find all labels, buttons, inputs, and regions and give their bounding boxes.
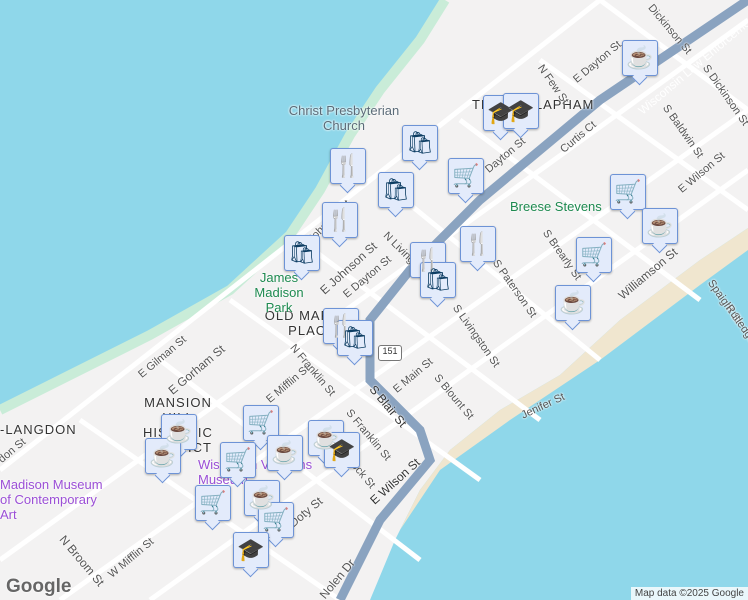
- shopping-marker[interactable]: 🛍: [402, 125, 438, 161]
- shopping-bag-icon: 🛍: [406, 130, 434, 155]
- shopping-cart-icon: 🛒: [614, 179, 642, 204]
- shopping-cart-icon: 🛒: [247, 410, 275, 435]
- fork-knife-icon: 🍴: [326, 207, 354, 232]
- grocery-marker[interactable]: 🛒: [258, 502, 294, 538]
- highway-shield: 151: [378, 345, 402, 361]
- map-attribution[interactable]: Map data ©2025 Google: [630, 587, 748, 600]
- map-background: [0, 0, 748, 600]
- coffee-marker[interactable]: ☕: [145, 438, 181, 474]
- coffee-icon: ☕: [165, 419, 193, 444]
- graduation-cap-icon: 🎓: [237, 537, 265, 562]
- coffee-icon: ☕: [559, 290, 587, 315]
- shopping-marker[interactable]: 🛍: [337, 320, 373, 356]
- map-canvas[interactable]: TENNEY-LAPHAM OLD MARKET PLACE MANSION H…: [0, 0, 748, 600]
- coffee-marker[interactable]: ☕: [622, 40, 658, 76]
- coffee-icon: ☕: [646, 213, 674, 238]
- restaurant-marker[interactable]: 🍴: [330, 148, 366, 184]
- coffee-icon: ☕: [149, 443, 177, 468]
- coffee-icon: ☕: [626, 45, 654, 70]
- poi-church[interactable]: Christ Presbyterian Church: [284, 103, 404, 133]
- restaurant-marker[interactable]: 🍴: [322, 202, 358, 238]
- restaurant-marker[interactable]: 🍴: [460, 226, 496, 262]
- shopping-cart-icon: 🛒: [224, 447, 252, 472]
- shopping-cart-icon: 🛒: [580, 242, 608, 267]
- coffee-icon: ☕: [271, 440, 299, 465]
- shopping-cart-icon: 🛒: [262, 507, 290, 532]
- grocery-marker[interactable]: 🛒: [448, 158, 484, 194]
- graduation-cap-icon: 🎓: [507, 98, 535, 123]
- shopping-marker[interactable]: 🛍: [420, 262, 456, 298]
- shopping-bag-icon: 🛍: [382, 177, 410, 202]
- neighborhood-label: -LANGDON: [0, 422, 77, 437]
- fork-knife-icon: 🍴: [464, 231, 492, 256]
- shopping-bag-icon: 🛍: [288, 240, 316, 265]
- shopping-marker[interactable]: 🛍: [284, 235, 320, 271]
- shopping-cart-icon: 🛒: [199, 490, 227, 515]
- school-marker[interactable]: 🎓: [503, 93, 539, 129]
- fork-knife-icon: 🍴: [334, 153, 362, 178]
- coffee-marker[interactable]: ☕: [267, 435, 303, 471]
- shopping-cart-icon: 🛒: [452, 163, 480, 188]
- poi-breese-stevens[interactable]: Breese Stevens: [510, 199, 602, 214]
- grocery-marker[interactable]: 🛒: [576, 237, 612, 273]
- grocery-marker[interactable]: 🛒: [195, 485, 231, 521]
- shopping-marker[interactable]: 🛍: [378, 172, 414, 208]
- coffee-marker[interactable]: ☕: [642, 208, 678, 244]
- coffee-marker[interactable]: ☕: [555, 285, 591, 321]
- graduation-cap-icon: 🎓: [328, 437, 356, 462]
- grocery-marker[interactable]: 🛒: [243, 405, 279, 441]
- grocery-marker[interactable]: 🛒: [610, 174, 646, 210]
- shopping-bag-icon: 🛍: [424, 267, 452, 292]
- grocery-marker[interactable]: 🛒: [220, 442, 256, 478]
- shopping-bag-icon: 🛍: [341, 325, 369, 350]
- google-logo: Google: [6, 576, 72, 597]
- poi-mmoca[interactable]: Madison Museum of Contemporary Art: [0, 477, 110, 522]
- school-marker[interactable]: 🎓: [324, 432, 360, 468]
- school-marker[interactable]: 🎓: [233, 532, 269, 568]
